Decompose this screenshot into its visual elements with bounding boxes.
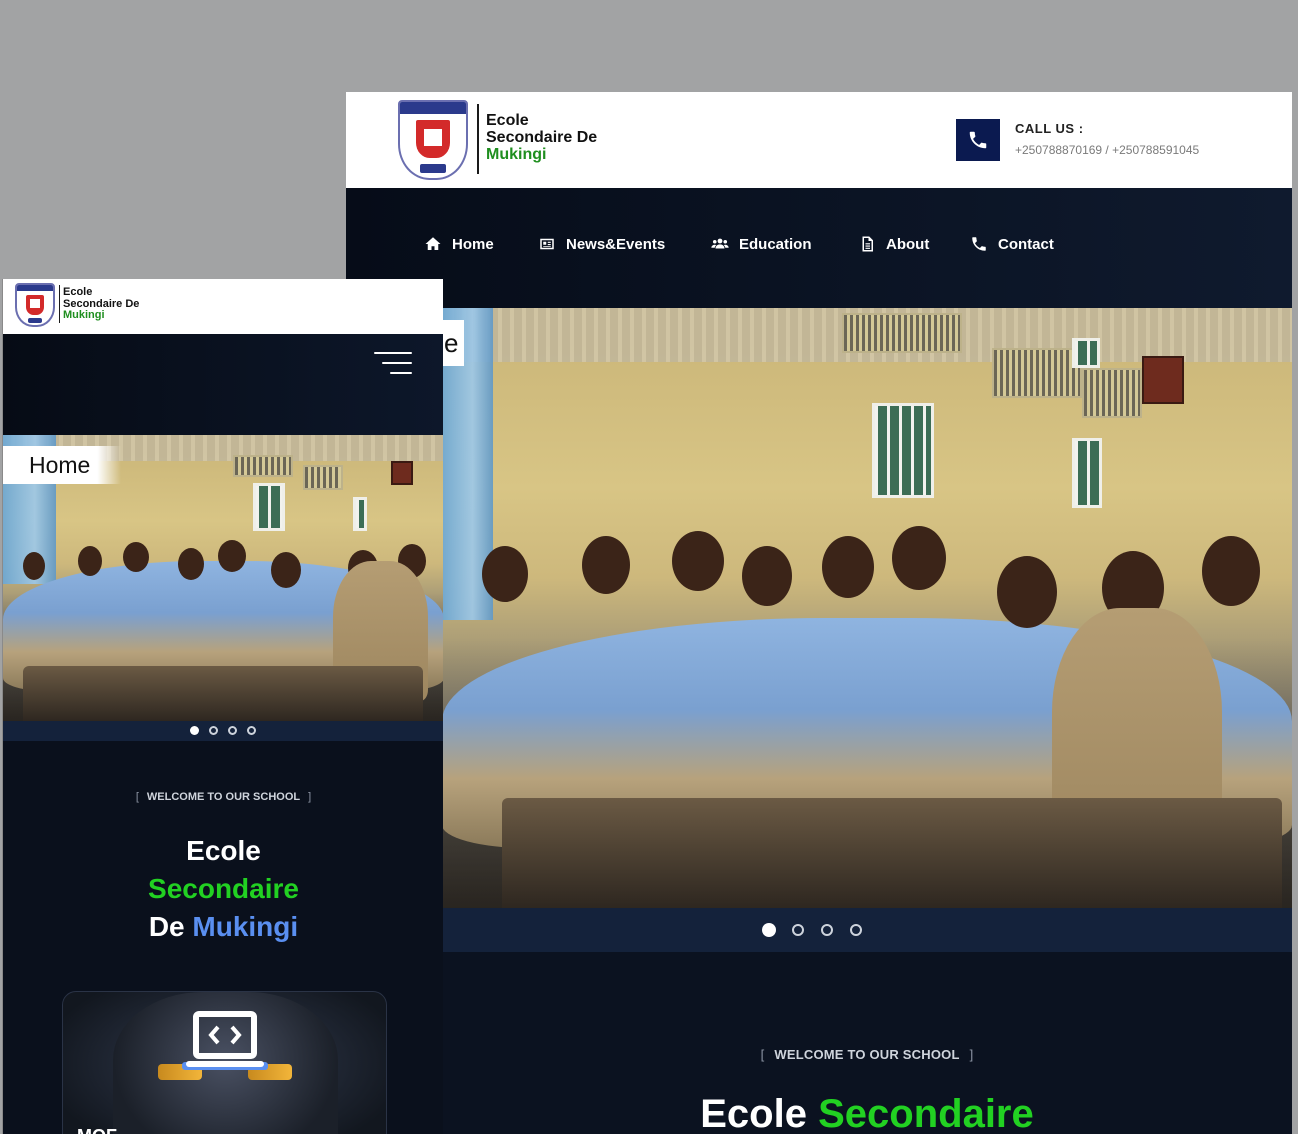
school-crest-logo[interactable] xyxy=(15,283,55,327)
nav-label: Home xyxy=(452,235,494,253)
code-laptop-icon xyxy=(182,1011,268,1070)
slide-caption: Home xyxy=(3,446,121,484)
desktop-nav-bar: Home News&Events Education About Contact xyxy=(346,188,1292,308)
logo-divider xyxy=(477,104,479,174)
slider-dots-bar xyxy=(442,908,1292,952)
newspaper-icon xyxy=(540,238,554,250)
feature-card[interactable]: MOF xyxy=(62,991,387,1134)
slider-dot[interactable] xyxy=(821,924,833,936)
nav-item-about[interactable]: About xyxy=(858,235,929,253)
welcome-tagline: [WELCOME TO OUR SCHOOL] xyxy=(135,791,312,803)
logo-text[interactable]: Ecole Secondaire De Mukingi xyxy=(63,286,139,322)
logo-line-3: Mukingi xyxy=(486,145,547,163)
call-us-label: CALL US : xyxy=(1015,121,1084,136)
title-ecole: Ecole xyxy=(700,1092,807,1134)
call-us-numbers[interactable]: +250788870169 / +250788591045 xyxy=(1015,143,1199,157)
welcome-text: WELCOME TO OUR SCHOOL xyxy=(146,791,301,803)
welcome-tagline: [WELCOME TO OUR SCHOOL] xyxy=(760,1047,974,1062)
title-line-3-mukingi: Mukingi xyxy=(192,911,299,942)
slider-dot[interactable] xyxy=(247,726,256,735)
slider-dots-bar xyxy=(3,721,443,741)
hamburger-menu-icon[interactable] xyxy=(372,350,412,380)
title-secondaire: Secondaire xyxy=(818,1092,1034,1134)
desktop-header: Ecole Secondaire De Mukingi CALL US : +2… xyxy=(346,92,1292,188)
school-title: Ecole Secondaire xyxy=(442,1092,1292,1134)
logo-line-3: Mukingi xyxy=(63,309,105,322)
home-icon xyxy=(425,237,441,250)
logo-line-1: Ecole xyxy=(63,286,93,298)
slider-dot[interactable] xyxy=(792,924,804,936)
title-line-2: Secondaire xyxy=(148,873,299,904)
hero-slide-photo[interactable] xyxy=(442,308,1292,908)
logo-line-1: Ecole xyxy=(486,112,529,129)
slider-dot[interactable] xyxy=(228,726,237,735)
users-icon xyxy=(711,238,729,249)
nav-item-home[interactable]: Home xyxy=(424,235,494,253)
nav-item-education[interactable]: Education xyxy=(711,235,812,253)
call-icon-button[interactable] xyxy=(956,119,1000,161)
mobile-preview: Ecole Secondaire De Mukingi Home [WELCO… xyxy=(2,279,443,1134)
nav-label: News&Events xyxy=(566,235,666,253)
logo-line-2: Secondaire De xyxy=(486,128,598,146)
logo-divider xyxy=(59,285,60,323)
document-icon xyxy=(862,236,873,252)
nav-label: Contact xyxy=(998,235,1054,253)
school-crest-logo[interactable] xyxy=(398,100,468,180)
phone-icon xyxy=(972,237,986,251)
slider-dot[interactable] xyxy=(209,726,218,735)
desktop-preview: Ecole Secondaire De Mukingi CALL US : +2… xyxy=(346,92,1292,1134)
feature-card-title: MOF xyxy=(77,1126,117,1134)
slider-dot[interactable] xyxy=(850,924,862,936)
school-title: Ecole Secondaire De Mukingi xyxy=(3,832,443,946)
nav-label: About xyxy=(886,235,930,253)
title-line-1: Ecole xyxy=(186,835,261,866)
welcome-text: WELCOME TO OUR SCHOOL xyxy=(774,1047,960,1062)
phone-icon xyxy=(969,131,987,149)
mobile-header: Ecole Secondaire De Mukingi xyxy=(3,279,443,334)
logo-text[interactable]: Ecole Secondaire De Mukingi xyxy=(486,112,598,163)
title-line-3-de: De xyxy=(148,911,185,942)
slider-dot-active[interactable] xyxy=(762,923,776,937)
nav-label: Education xyxy=(739,235,812,253)
nav-item-news-events[interactable]: News&Events xyxy=(538,235,665,253)
slide-caption: e xyxy=(442,320,464,366)
nav-item-contact[interactable]: Contact xyxy=(970,235,1054,253)
slider-dot-active[interactable] xyxy=(190,726,199,735)
